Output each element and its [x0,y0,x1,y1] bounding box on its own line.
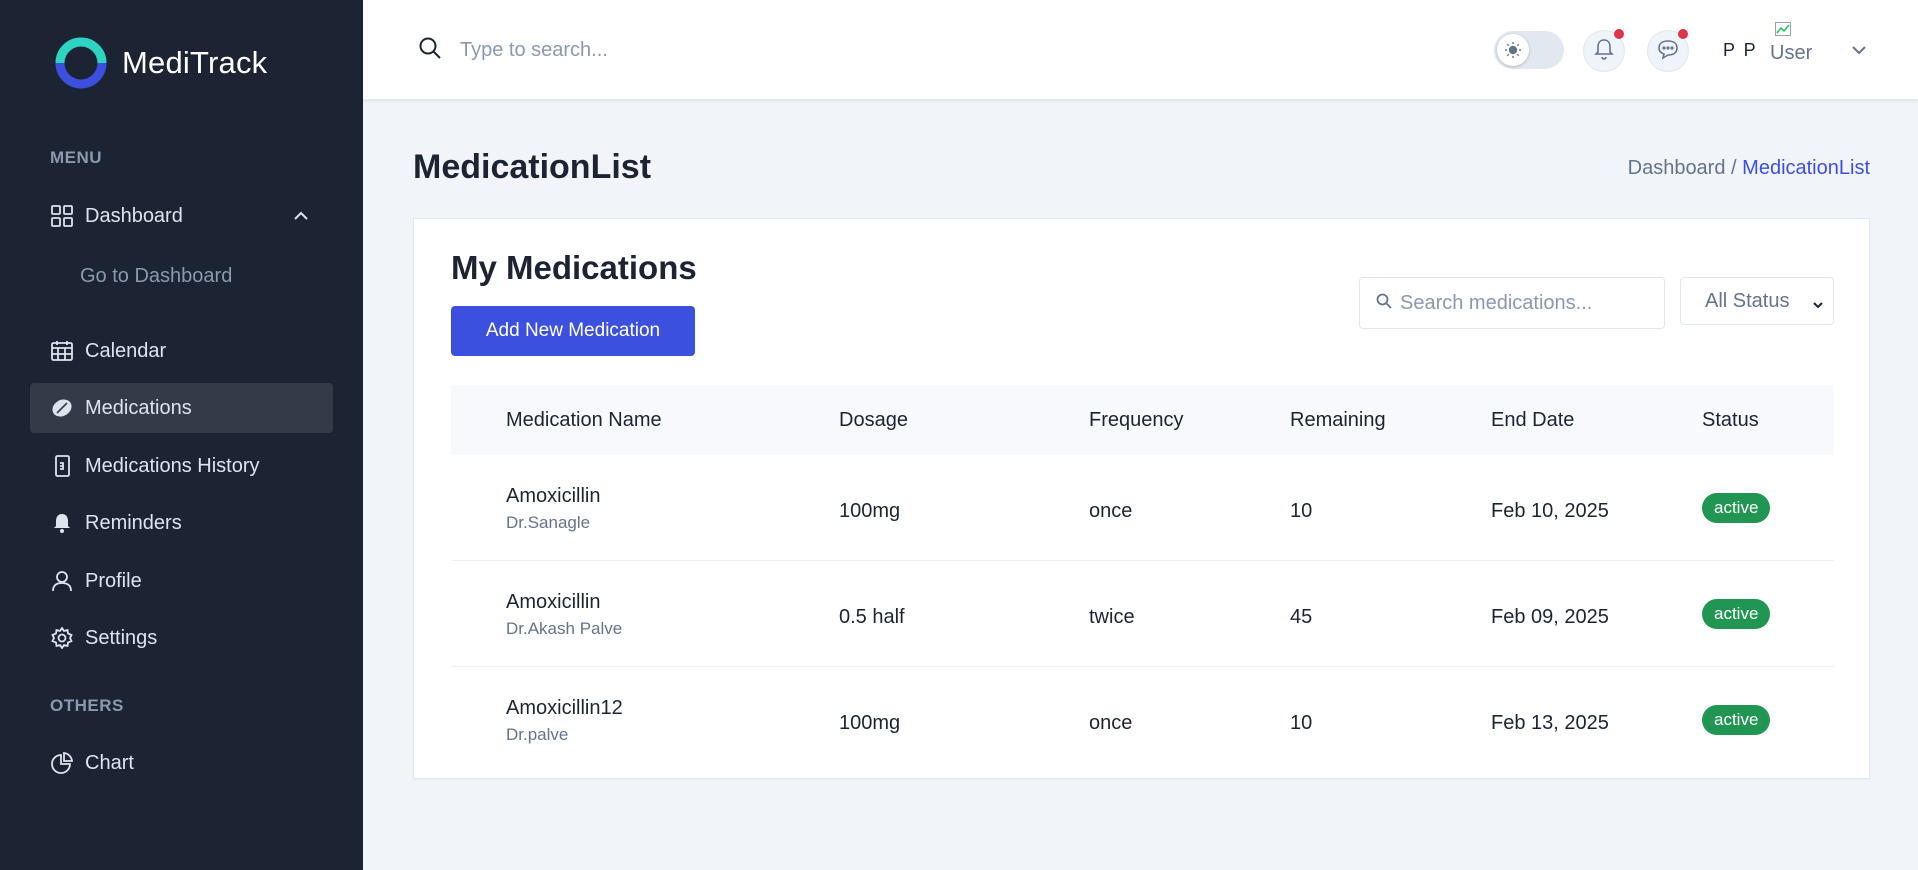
sidebar-item-label: Calendar [85,339,167,362]
status-badge: active [1702,705,1771,735]
column-header: Medication Name [506,409,662,431]
breadcrumb: Dashboard / MedicationList [1628,157,1870,180]
pill-icon [50,396,74,420]
remaining-cell: 45 [1290,606,1313,628]
medication-name: Amoxicillin [506,591,601,613]
bell-outline-icon [1593,38,1615,65]
sidebar-item-medications[interactable]: Medications [30,383,333,433]
table-header: Medication Name Dosage Frequency Remaini… [451,385,1834,455]
sidebar-item-label: Chart [85,751,134,774]
avatar-alt-text: User [1770,42,1813,64]
medication-search [1359,277,1665,329]
dark-mode-toggle[interactable] [1494,31,1564,69]
sidebar-item-label: Settings [85,626,158,649]
calendar-icon [50,339,74,363]
user-icon [50,569,74,593]
column-header: Remaining [1290,409,1386,431]
sidebar-item-label: Medications [85,396,192,419]
search-input[interactable] [460,39,860,62]
medication-name: Amoxicillin [506,485,601,507]
doctor-name: Dr.Akash Palve [506,619,623,638]
global-search [418,36,860,65]
frequency-cell: once [1089,500,1133,522]
logo-icon [54,36,108,90]
notifications-button[interactable] [1583,29,1625,72]
status-filter-select[interactable]: All Status [1680,277,1834,325]
medication-search-input[interactable] [1400,291,1660,315]
column-header: Status [1702,409,1759,431]
column-header: End Date [1491,409,1575,431]
sidebar-item-label: Profile [85,569,142,592]
app-name: MediTrack [122,45,268,80]
doctor-name: Dr.Sanagle [506,513,591,532]
end-date-cell: Feb 10, 2025 [1491,500,1609,522]
brand[interactable]: MediTrack [54,36,267,90]
chevron-down-icon [1811,295,1825,318]
remaining-cell: 10 [1290,712,1313,734]
pie-chart-icon [50,751,74,775]
messages-button[interactable] [1647,29,1689,72]
breadcrumb-current: MedicationList [1742,157,1870,179]
chevron-up-icon [291,206,311,232]
others-heading: OTHERS [50,696,124,715]
grid-icon [50,204,74,228]
medication-name-cell: Amoxicillin Dr.Akash Palve [506,591,622,639]
sidebar-item-medications-history[interactable]: Medications History [30,441,333,491]
table-row[interactable]: Amoxicillin12 Dr.palve 100mg once 10 Feb… [451,667,1834,773]
broken-image-icon [1775,22,1791,36]
sidebar-item-reminders[interactable]: Reminders [30,498,333,548]
status-badge: active [1702,493,1771,523]
medications-card: My Medications Add New Medication All St… [413,218,1870,779]
history-icon [50,454,74,478]
end-date-cell: Feb 13, 2025 [1491,712,1609,734]
chat-icon [1657,38,1679,65]
breadcrumb-root[interactable]: Dashboard / [1628,157,1737,179]
doctor-name: Dr.palve [506,725,569,744]
search-icon[interactable] [418,36,442,65]
avatar[interactable]: User [1770,22,1830,68]
sidebar-item-settings[interactable]: Settings [30,613,333,663]
remaining-cell: 10 [1290,500,1313,522]
sidebar-item-label: Medications History [85,454,260,477]
end-date-cell: Feb 09, 2025 [1491,606,1609,628]
gear-icon [50,626,74,650]
sidebar-item-profile[interactable]: Profile [30,556,333,606]
menu-heading: MENU [50,148,103,167]
chevron-down-icon[interactable] [1849,40,1869,65]
column-header: Dosage [839,409,908,431]
sidebar-item-dashboard[interactable]: Dashboard [30,191,333,241]
dosage-cell: 100mg [839,500,901,522]
sidebar-subitem-go-to-dashboard[interactable]: Go to Dashboard [80,265,232,288]
medications-table: Medication Name Dosage Frequency Remaini… [451,385,1834,773]
message-dot [1678,29,1688,39]
medication-name: Amoxicillin12 [506,697,623,719]
user-initials[interactable]: P P [1723,40,1758,61]
bell-icon [50,511,74,535]
column-header: Frequency [1089,409,1184,431]
frequency-cell: once [1089,712,1133,734]
medication-name-cell: Amoxicillin12 Dr.palve [506,697,623,745]
table-row[interactable]: Amoxicillin Dr.Akash Palve 0.5 half twic… [451,561,1834,667]
sidebar: MediTrack MENU Dashboard Go to Dashboard… [0,0,363,870]
sidebar-item-calendar[interactable]: Calendar [30,326,333,376]
status-badge: active [1702,599,1771,629]
table-row[interactable]: Amoxicillin Dr.Sanagle 100mg once 10 Feb… [451,455,1834,561]
top-header: P P User [363,0,1918,100]
sidebar-item-label: Reminders [85,511,182,534]
frequency-cell: twice [1089,606,1135,628]
dosage-cell: 100mg [839,712,901,734]
sidebar-item-label: Dashboard [85,204,183,227]
medication-name-cell: Amoxicillin Dr.Sanagle [506,485,600,533]
card-title: My Medications [451,249,697,286]
add-medication-button[interactable]: Add New Medication [451,306,695,356]
sidebar-item-chart[interactable]: Chart [30,738,333,788]
search-icon [1376,293,1392,314]
page-title: MedicationList [413,148,652,186]
status-filter-value: All Status [1705,289,1790,312]
sun-icon [1497,34,1529,66]
notification-dot [1614,29,1624,39]
dosage-cell: 0.5 half [839,606,905,628]
